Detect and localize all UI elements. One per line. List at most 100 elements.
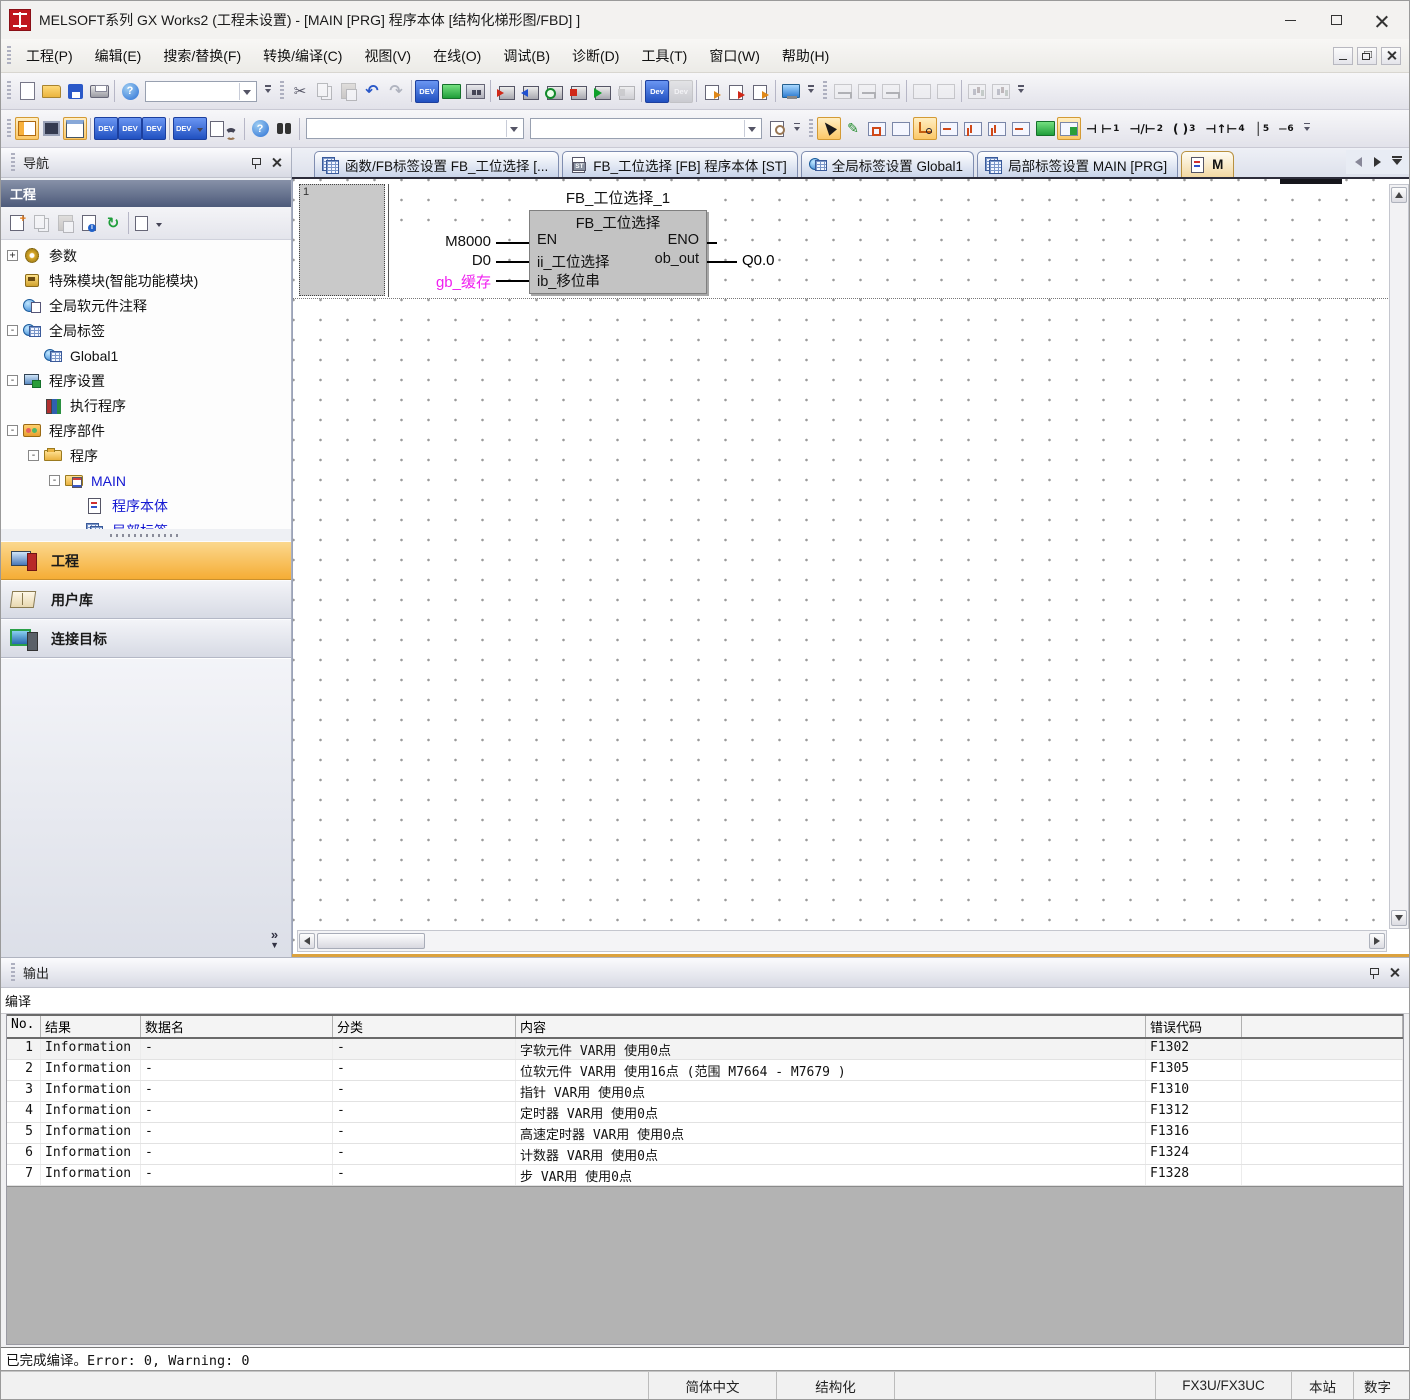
document-tab[interactable]: FB_工位选择 [FB] 程序本体 [ST] xyxy=(562,151,798,177)
tree-item[interactable]: 特殊模块(智能功能模块) xyxy=(1,268,291,293)
fb-block[interactable]: FB_工位选择 EN ii_工位选择 ib_移位串 ENO ob_out xyxy=(529,210,707,294)
insert-column-icon[interactable] xyxy=(961,117,985,140)
mdi-close-button[interactable] xyxy=(1381,47,1401,65)
tree-expander[interactable]: - xyxy=(7,425,18,436)
tree-item[interactable]: - 程序设置 xyxy=(1,368,291,393)
verify-check-icon[interactable] xyxy=(700,80,724,103)
menu-item[interactable]: 调试(B) xyxy=(492,42,561,70)
device-skip-icon[interactable] xyxy=(207,117,241,140)
tree-item[interactable]: + 参数 xyxy=(1,243,291,268)
operand-input2[interactable]: D0 xyxy=(393,252,493,269)
sampling-trace2-icon[interactable] xyxy=(855,80,879,103)
tab-list-button[interactable] xyxy=(1388,152,1405,172)
vertical-line-icon[interactable]: │5 xyxy=(1250,117,1275,140)
coil-icon[interactable]: ( )3 xyxy=(1168,117,1200,140)
pulse-monitor-icon[interactable] xyxy=(879,80,903,103)
tree-item[interactable]: 局部标签 xyxy=(1,518,291,529)
compile-tab[interactable]: 编译 xyxy=(1,988,1409,1014)
document-tab[interactable]: 局部标签设置 MAIN [PRG] xyxy=(977,151,1178,177)
read-from-plc-icon[interactable] xyxy=(518,80,542,103)
scroll-right-button[interactable] xyxy=(1369,933,1385,949)
save-project-icon[interactable] xyxy=(63,80,87,103)
print-icon[interactable] xyxy=(87,80,111,103)
new-data-icon[interactable] xyxy=(5,212,29,235)
device-display-icon[interactable] xyxy=(439,80,463,103)
toolbar-overflow-icon[interactable] xyxy=(1015,80,1027,102)
help2-icon[interactable] xyxy=(248,117,272,140)
scroll-up-button[interactable] xyxy=(1391,187,1407,203)
help-icon[interactable] xyxy=(118,80,142,103)
monitor-off-icon[interactable] xyxy=(614,80,638,103)
tree-expander[interactable]: - xyxy=(7,325,18,336)
horizontal-scrollbar[interactable] xyxy=(297,930,1387,952)
tree-expander[interactable]: - xyxy=(49,475,60,486)
scroll-left-button[interactable] xyxy=(299,933,315,949)
column-header-no[interactable]: No. xyxy=(7,1016,41,1037)
find-keyword-combo[interactable] xyxy=(530,118,762,139)
guided-mode-icon[interactable] xyxy=(865,117,889,140)
dock-button[interactable]: 连接目标 xyxy=(1,619,291,658)
write-to-plc-icon[interactable] xyxy=(494,80,518,103)
menu-item[interactable]: 窗口(W) xyxy=(698,42,771,70)
tree-item[interactable]: - MAIN xyxy=(1,468,291,493)
remote-operation-icon[interactable] xyxy=(779,80,803,103)
menu-item[interactable]: 工具(T) xyxy=(630,42,698,70)
paste-icon[interactable] xyxy=(336,80,360,103)
vertical-scrollbar[interactable] xyxy=(1389,184,1409,929)
device-use-list-icon[interactable]: DEV xyxy=(94,117,118,140)
tab-scroll-left-button[interactable] xyxy=(1350,152,1367,172)
pin-button[interactable] xyxy=(1364,965,1382,981)
column-header-dataname[interactable]: 数据名 xyxy=(141,1016,333,1037)
toolbar-overflow-icon[interactable] xyxy=(805,80,817,102)
table-row[interactable]: 3 Information - - 指针 VAR用 使用0点 F1310 xyxy=(7,1081,1403,1102)
toolbar-overflow-icon[interactable] xyxy=(1301,118,1313,140)
cut-icon[interactable] xyxy=(288,80,312,103)
menu-item[interactable]: 诊断(D) xyxy=(561,42,630,70)
table-row[interactable]: 7 Information - - 步 VAR用 使用0点 F1328 xyxy=(7,1165,1403,1186)
scrollbar-thumb[interactable] xyxy=(317,933,425,949)
toolbar-overflow-icon[interactable] xyxy=(791,118,803,140)
sort-filter-icon[interactable] xyxy=(132,212,166,235)
find-icon[interactable] xyxy=(272,117,296,140)
fbd-canvas[interactable]: 1 FB_工位选择_1 FB_工位选择 EN ii_工位选择 ib_移位串 EN… xyxy=(292,179,1409,954)
menu-item[interactable]: 转换/编译(C) xyxy=(252,42,353,70)
copy-data-icon[interactable] xyxy=(29,212,53,235)
tree-item[interactable]: - 程序 xyxy=(1,443,291,468)
device-test-on-icon[interactable]: Dev xyxy=(645,80,669,103)
tree-item[interactable]: 全局软元件注释 xyxy=(1,293,291,318)
scroll-down-button[interactable] xyxy=(1391,910,1407,926)
close-button[interactable] xyxy=(1359,5,1405,35)
table-row[interactable]: 5 Information - - 高速定时器 VAR用 使用0点 F1316 xyxy=(7,1123,1403,1144)
new-project-icon[interactable] xyxy=(15,80,39,103)
device-batch-replace-icon[interactable]: DEV xyxy=(118,117,142,140)
horizontal-line-icon[interactable]: ─6 xyxy=(1274,117,1299,140)
element-selection-icon[interactable] xyxy=(39,117,63,140)
project-combo[interactable] xyxy=(145,81,257,102)
menu-item[interactable]: 在线(O) xyxy=(422,42,492,70)
tree-expander[interactable]: - xyxy=(7,375,18,386)
open-project-icon[interactable] xyxy=(39,80,63,103)
menu-item[interactable]: 工程(P) xyxy=(15,42,84,70)
document-tab[interactable]: 函数/FB标签设置 FB_工位选择 [... xyxy=(314,151,559,177)
sampling-trace-icon[interactable] xyxy=(831,80,855,103)
auto-connect-icon[interactable] xyxy=(913,117,937,140)
input-instruction-icon[interactable] xyxy=(1057,117,1081,140)
tree-expander[interactable]: + xyxy=(7,250,18,261)
dock-button[interactable]: 用户库 xyxy=(1,580,291,619)
closed-contact-icon[interactable]: ⊣/⊢2 xyxy=(1124,117,1168,140)
panel-close-button[interactable] xyxy=(267,155,285,171)
module-find-icon[interactable] xyxy=(910,80,934,103)
refresh-view-icon[interactable] xyxy=(101,212,125,235)
menu-item[interactable]: 编辑(E) xyxy=(84,42,153,70)
table-row[interactable]: 4 Information - - 定时器 VAR用 使用0点 F1312 xyxy=(7,1102,1403,1123)
dock-button[interactable]: 工程 xyxy=(1,541,291,580)
pin-button[interactable] xyxy=(246,155,264,171)
toolbar-overflow-icon[interactable] xyxy=(262,80,274,102)
table-row[interactable]: 2 Information - - 位软元件 VAR用 使用16点 (范围 M7… xyxy=(7,1060,1403,1081)
operand-input3[interactable]: gb_缓存 xyxy=(393,271,493,292)
column-header-result[interactable]: 结果 xyxy=(41,1016,141,1037)
delete-row-icon[interactable] xyxy=(937,117,961,140)
rising-pulse-icon[interactable]: ⊣↑⊢4 xyxy=(1200,117,1249,140)
device-cross-reference-icon[interactable]: DEV xyxy=(142,117,166,140)
overwrite-mode-icon[interactable] xyxy=(889,117,913,140)
